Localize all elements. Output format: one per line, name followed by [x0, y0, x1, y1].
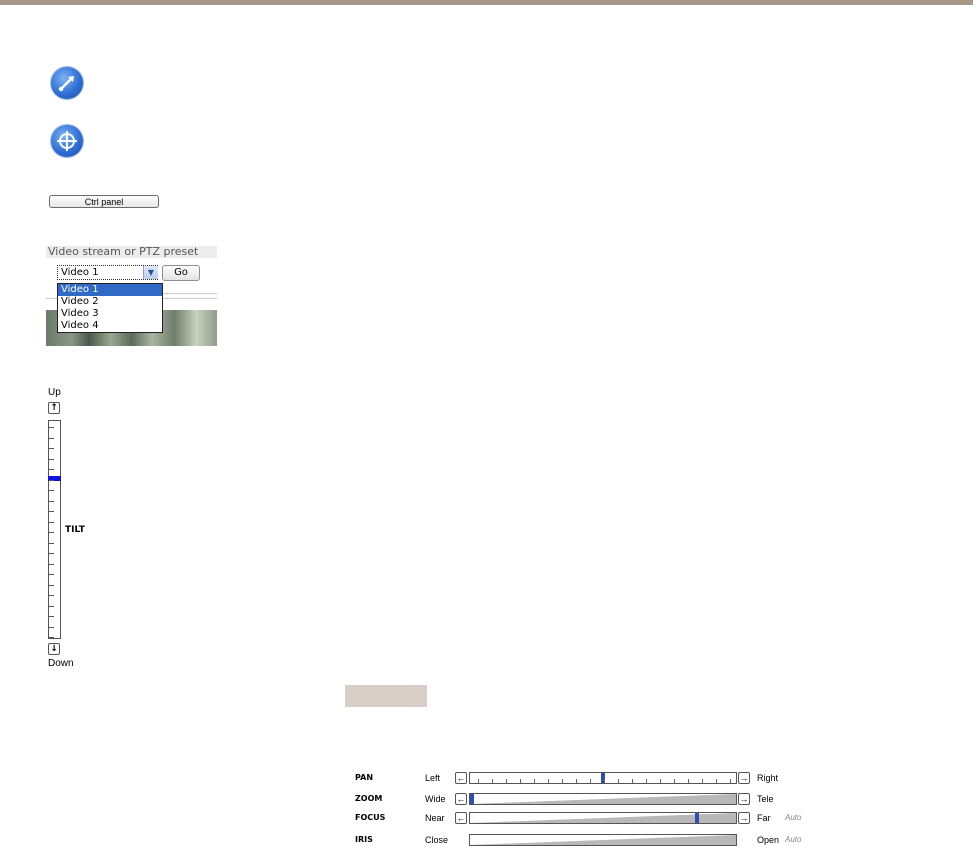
zoom-left-label: Wide [425, 794, 446, 804]
focus-slider-handle[interactable] [695, 813, 699, 823]
pan-tick [604, 779, 605, 783]
zoom-right-label: Tele [757, 794, 774, 804]
pan-tick [660, 779, 661, 783]
focus-label: FOCUS [355, 813, 386, 822]
iris-right-label: Open [757, 835, 780, 845]
focus-right-label: Far [757, 813, 771, 823]
tilt-tick [49, 606, 54, 607]
joystick-arrow-icon[interactable] [51, 67, 83, 99]
zoom-slider-handle[interactable] [470, 794, 474, 804]
tilt-tick [49, 532, 54, 533]
pan-tick [548, 779, 549, 783]
iris-auto-link[interactable]: Auto [785, 833, 801, 847]
zoom-tele-arrow-icon[interactable]: → [738, 793, 750, 805]
pan-tick [632, 779, 633, 783]
divider [160, 293, 217, 294]
ctrl-panel-button[interactable]: Ctrl panel [49, 195, 159, 208]
pan-label: PAN [355, 773, 374, 782]
panel-tab[interactable] [345, 685, 427, 707]
tilt-tick [49, 616, 54, 617]
tilt-tick [49, 553, 54, 554]
pan-tick [590, 779, 591, 783]
chevron-down-icon[interactable]: ▼ [143, 266, 158, 279]
tilt-tick [49, 501, 54, 502]
tilt-tick [49, 427, 54, 428]
focus-slider[interactable] [469, 812, 737, 824]
tilt-tick [49, 511, 54, 512]
focus-row: FOCUS Near ← → Far Auto [355, 811, 815, 825]
tilt-tick [49, 469, 54, 470]
tilt-tick [49, 564, 54, 565]
tilt-tick [49, 448, 54, 449]
video-stream-label: Video stream or PTZ preset [46, 246, 217, 258]
focus-auto-link[interactable]: Auto [785, 811, 801, 825]
tilt-tick [49, 438, 54, 439]
tilt-tick [49, 543, 54, 544]
top-accent-bar [0, 0, 973, 5]
pan-tick [730, 779, 731, 783]
pan-left-label: Left [425, 773, 441, 783]
tilt-tick [49, 480, 54, 481]
tilt-slider[interactable] [48, 420, 61, 639]
pan-tick [506, 779, 507, 783]
pan-tick [520, 779, 521, 783]
pan-row: PAN Left ← → Right [355, 771, 805, 785]
focus-far-arrow-icon[interactable]: → [738, 812, 750, 824]
pan-right-arrow-icon[interactable]: → [738, 772, 750, 784]
tilt-label: TILT [65, 525, 85, 535]
dropdown-option-video-3[interactable]: Video 3 [58, 308, 162, 320]
video-stream-dropdown[interactable]: Video 1 Video 2 Video 3 Video 4 [57, 283, 163, 333]
pan-tick [562, 779, 563, 783]
zoom-slider[interactable] [469, 793, 737, 805]
pan-tick [716, 779, 717, 783]
crosshair-target-icon[interactable] [51, 125, 83, 157]
zoom-label: ZOOM [355, 794, 383, 803]
go-button[interactable]: Go [162, 265, 200, 281]
pan-tick [478, 779, 479, 783]
tilt-down-label: Down [48, 658, 74, 669]
pan-right-label: Right [757, 773, 779, 783]
focus-left-label: Near [425, 813, 445, 823]
pan-tick [702, 779, 703, 783]
iris-label: IRIS [355, 835, 373, 844]
tilt-tick [49, 459, 54, 460]
tilt-up-arrow-icon[interactable]: ↑ [48, 402, 60, 414]
tilt-up-label: Up [48, 387, 61, 398]
pan-tick [618, 779, 619, 783]
tilt-tick [49, 490, 54, 491]
tilt-tick [49, 595, 54, 596]
focus-near-arrow-icon[interactable]: ← [455, 812, 467, 824]
tilt-tick [49, 627, 54, 628]
pan-tick [688, 779, 689, 783]
tilt-tick [49, 574, 54, 575]
dropdown-option-video-1[interactable]: Video 1 [58, 284, 162, 296]
zoom-row: ZOOM Wide ← → Tele [355, 792, 805, 806]
tilt-tick [49, 585, 54, 586]
pan-tick [534, 779, 535, 783]
iris-left-label: Close [425, 835, 449, 845]
tilt-down-arrow-icon[interactable]: ↓ [48, 643, 60, 655]
iris-slider[interactable] [469, 834, 737, 846]
dropdown-option-video-2[interactable]: Video 2 [58, 296, 162, 308]
iris-row: IRIS Close Open Auto [355, 833, 815, 847]
zoom-wide-arrow-icon[interactable]: ← [455, 793, 467, 805]
pan-slider[interactable] [469, 772, 737, 784]
tilt-tick [49, 522, 54, 523]
pan-tick [674, 779, 675, 783]
pan-tick [646, 779, 647, 783]
dropdown-option-video-4[interactable]: Video 4 [58, 320, 162, 332]
tilt-tick [49, 637, 54, 638]
pan-tick [576, 779, 577, 783]
pan-tick [492, 779, 493, 783]
pan-left-arrow-icon[interactable]: ← [455, 772, 467, 784]
